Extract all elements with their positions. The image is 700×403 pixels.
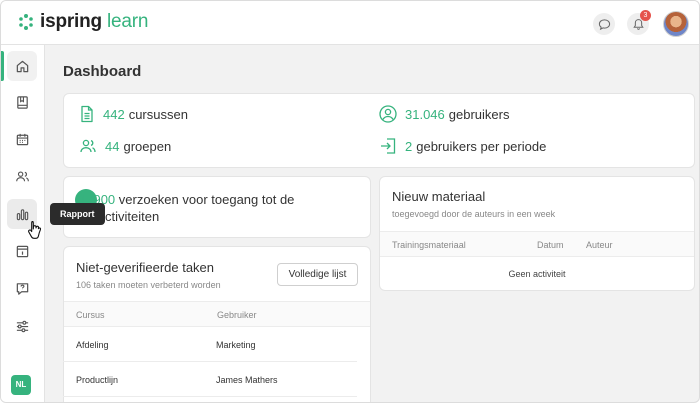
table-row[interactable]: Productlijn James Mathers: [63, 363, 357, 397]
stat-users-per-period[interactable]: 2 gebruikers per periode: [379, 137, 546, 155]
hand-cursor-icon: [28, 220, 42, 239]
stat-groups[interactable]: 44 groepen: [79, 137, 171, 155]
unverified-table-header: Cursus Gebruiker: [64, 301, 370, 327]
column-header[interactable]: Cursus: [76, 310, 105, 320]
user-initials-badge[interactable]: NL: [11, 375, 31, 395]
sidebar-item-help[interactable]: [7, 273, 37, 303]
new-material-title: Nieuw materiaal: [392, 189, 486, 204]
notifications-button[interactable]: 3: [627, 10, 651, 35]
column-header[interactable]: Gebruiker: [217, 310, 257, 320]
group-icon: [79, 137, 97, 155]
user-circle-icon: [379, 105, 397, 123]
empty-state-text: Geen activiteit: [508, 269, 566, 279]
active-indicator: [1, 51, 4, 81]
page-title: Dashboard: [63, 63, 142, 80]
top-header: ispring learn 3: [1, 1, 699, 45]
full-list-button[interactable]: Volledige lijst: [277, 263, 358, 286]
notification-badge: 3: [640, 10, 651, 21]
cell-user: James Mathers: [216, 375, 278, 385]
sidebar-item-content[interactable]: [7, 87, 37, 117]
calendar-icon: [16, 133, 28, 145]
column-header[interactable]: Datum: [537, 240, 564, 250]
chat-bubble-icon: [598, 18, 610, 30]
settings-sliders-icon: [16, 320, 28, 332]
cell-user: Marketing: [216, 340, 256, 350]
document-icon: [79, 105, 95, 123]
sidebar-item-users[interactable]: [7, 161, 37, 191]
stat-courses[interactable]: 442 cursussen: [79, 105, 188, 123]
help-icon: [16, 282, 28, 295]
app-window: ispring learn 3 NL Dashboard 442 cursuss…: [0, 0, 700, 403]
reports-tooltip: Rapport: [50, 203, 105, 225]
sidebar-item-home[interactable]: [7, 51, 37, 81]
ispring-logo[interactable]: ispring learn: [17, 11, 148, 33]
column-header[interactable]: Auteur: [586, 240, 613, 250]
logo-mark-icon: [19, 14, 33, 30]
logo-text: ispring learn: [40, 11, 149, 32]
unverified-tasks-subtitle: 106 taken moeten verbeterd worden: [76, 280, 221, 290]
unverified-tasks-title: Niet-geverifieerde taken: [76, 260, 215, 275]
chat-button[interactable]: [593, 13, 615, 35]
sidebar-item-calendar[interactable]: [7, 124, 37, 154]
table-row[interactable]: Afdeling Marketing: [63, 328, 357, 362]
cell-course: Productlijn: [76, 375, 119, 385]
stat-users[interactable]: 31.046 gebruikers: [379, 105, 509, 123]
users-icon: [15, 170, 29, 181]
user-avatar[interactable]: [663, 11, 689, 37]
info-icon: [16, 245, 28, 257]
home-icon: [16, 60, 28, 72]
new-material-table-header: Trainingsmateriaal Datum Auteur: [380, 231, 694, 257]
sidebar-item-settings[interactable]: [7, 311, 37, 341]
book-icon: [16, 95, 28, 109]
cell-course: Afdeling: [76, 340, 109, 350]
sign-in-icon: [379, 137, 397, 155]
access-requests-text: 17900 verzoeken voor toegang tot de eera…: [79, 192, 295, 224]
new-material-subtitle: toegevoegd door de auteurs in een week: [392, 209, 556, 219]
column-header[interactable]: Trainingsmateriaal: [392, 240, 466, 250]
